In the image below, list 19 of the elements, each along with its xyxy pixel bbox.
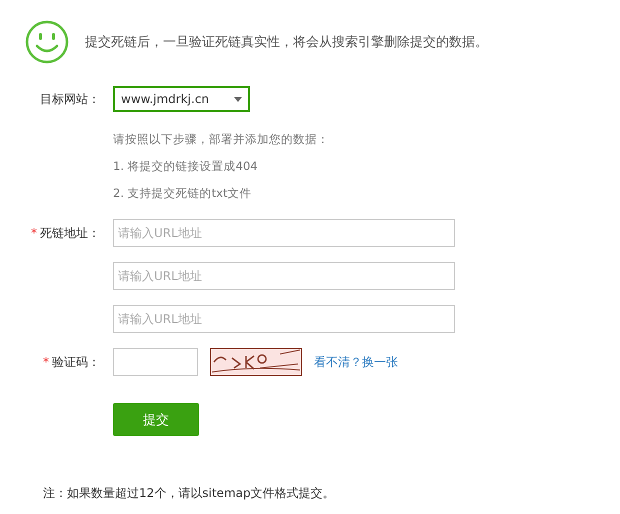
info-message: 提交死链后，一旦验证死链真实性，将会从搜索引擎删除提交的数据。 xyxy=(85,34,488,51)
captcha-input-field[interactable] xyxy=(113,348,198,376)
note-text: 注：如果数量超过12个，请以sitemap文件格式提交。 xyxy=(42,485,336,502)
submit-button[interactable]: 提交 xyxy=(113,403,199,436)
smiley-icon xyxy=(25,20,69,64)
required-mark: * xyxy=(43,355,49,369)
refresh-captcha-link[interactable]: 看不清？换一张 xyxy=(314,354,398,370)
url-input-field[interactable]: 请输入URL地址 xyxy=(113,305,455,333)
instruction-text: 请按照以下步骤，部署并添加您的数据： xyxy=(113,132,330,147)
instruction-text: 2. 支持提交死链的txt文件 xyxy=(113,186,252,201)
url-input-field[interactable]: 请输入URL地址 xyxy=(113,262,455,290)
captcha-label: 验证码： xyxy=(52,354,100,370)
caret-icon xyxy=(234,96,242,102)
site-label: 目标网站： xyxy=(40,90,100,108)
dead-link-label: 死链地址： xyxy=(40,224,100,242)
url-input-field[interactable]: 请输入URL地址 xyxy=(113,219,455,247)
required-mark: * xyxy=(31,226,37,240)
instruction-text: 1. 将提交的链接设置成404 xyxy=(113,159,259,174)
site-select[interactable]: www.jmdrkj.cn xyxy=(113,86,250,112)
